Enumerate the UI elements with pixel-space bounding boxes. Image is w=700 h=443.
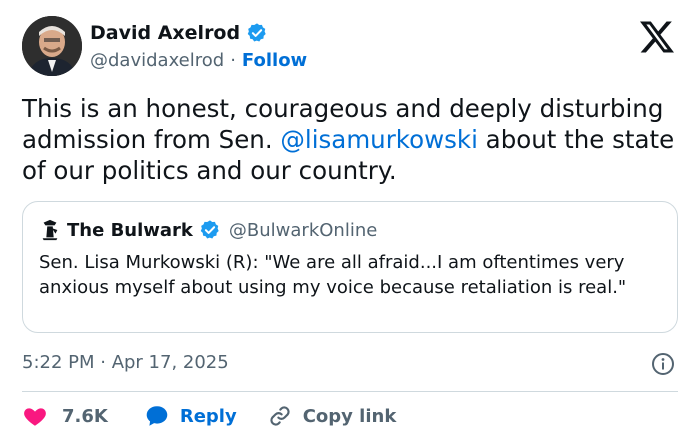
separator-dot: · — [230, 49, 236, 71]
copy-link-label: Copy link — [302, 405, 397, 427]
quoted-author-handle: @BulwarkOnline — [228, 219, 378, 241]
divider — [22, 391, 678, 392]
reply-label: Reply — [179, 405, 237, 427]
author-display-name[interactable]: David Axelrod — [90, 22, 240, 44]
tweet-timestamp[interactable]: 5:22 PM · Apr 17, 2025 — [22, 352, 229, 373]
quoted-author-name: The Bulwark — [67, 219, 193, 241]
reply-button[interactable]: Reply — [144, 403, 237, 429]
action-bar: 7.6K Reply Copy link — [22, 402, 396, 430]
verified-badge-icon — [246, 22, 268, 44]
quoted-tweet[interactable]: The Bulwark @BulwarkOnline Sen. Lisa Mur… — [22, 201, 678, 333]
author-handle-row: @davidaxelrod · Follow — [90, 48, 307, 72]
copy-link-button[interactable]: Copy link — [267, 403, 397, 429]
info-icon[interactable] — [651, 352, 675, 376]
x-logo-icon[interactable] — [638, 20, 676, 54]
link-icon — [270, 406, 290, 426]
bulwark-logo-icon — [39, 219, 61, 241]
author-handle[interactable]: @davidaxelrod — [90, 50, 224, 71]
heart-icon — [24, 408, 46, 426]
like-count: 7.6K — [62, 405, 108, 427]
tweet-text: This is an honest, courageous and deeply… — [22, 93, 682, 186]
quoted-tweet-header: The Bulwark @BulwarkOnline — [39, 218, 377, 242]
reply-bubble-icon — [146, 406, 168, 426]
quoted-tweet-text: Sen. Lisa Murkowski (R): "We are all afr… — [39, 252, 627, 298]
author-name-row: David Axelrod — [90, 20, 268, 46]
verified-badge-icon — [199, 219, 221, 241]
mention-link[interactable]: @lisamurkowski — [280, 125, 477, 154]
follow-button[interactable]: Follow — [242, 50, 307, 71]
avatar[interactable] — [22, 16, 82, 76]
like-button[interactable]: 7.6K — [22, 403, 108, 429]
